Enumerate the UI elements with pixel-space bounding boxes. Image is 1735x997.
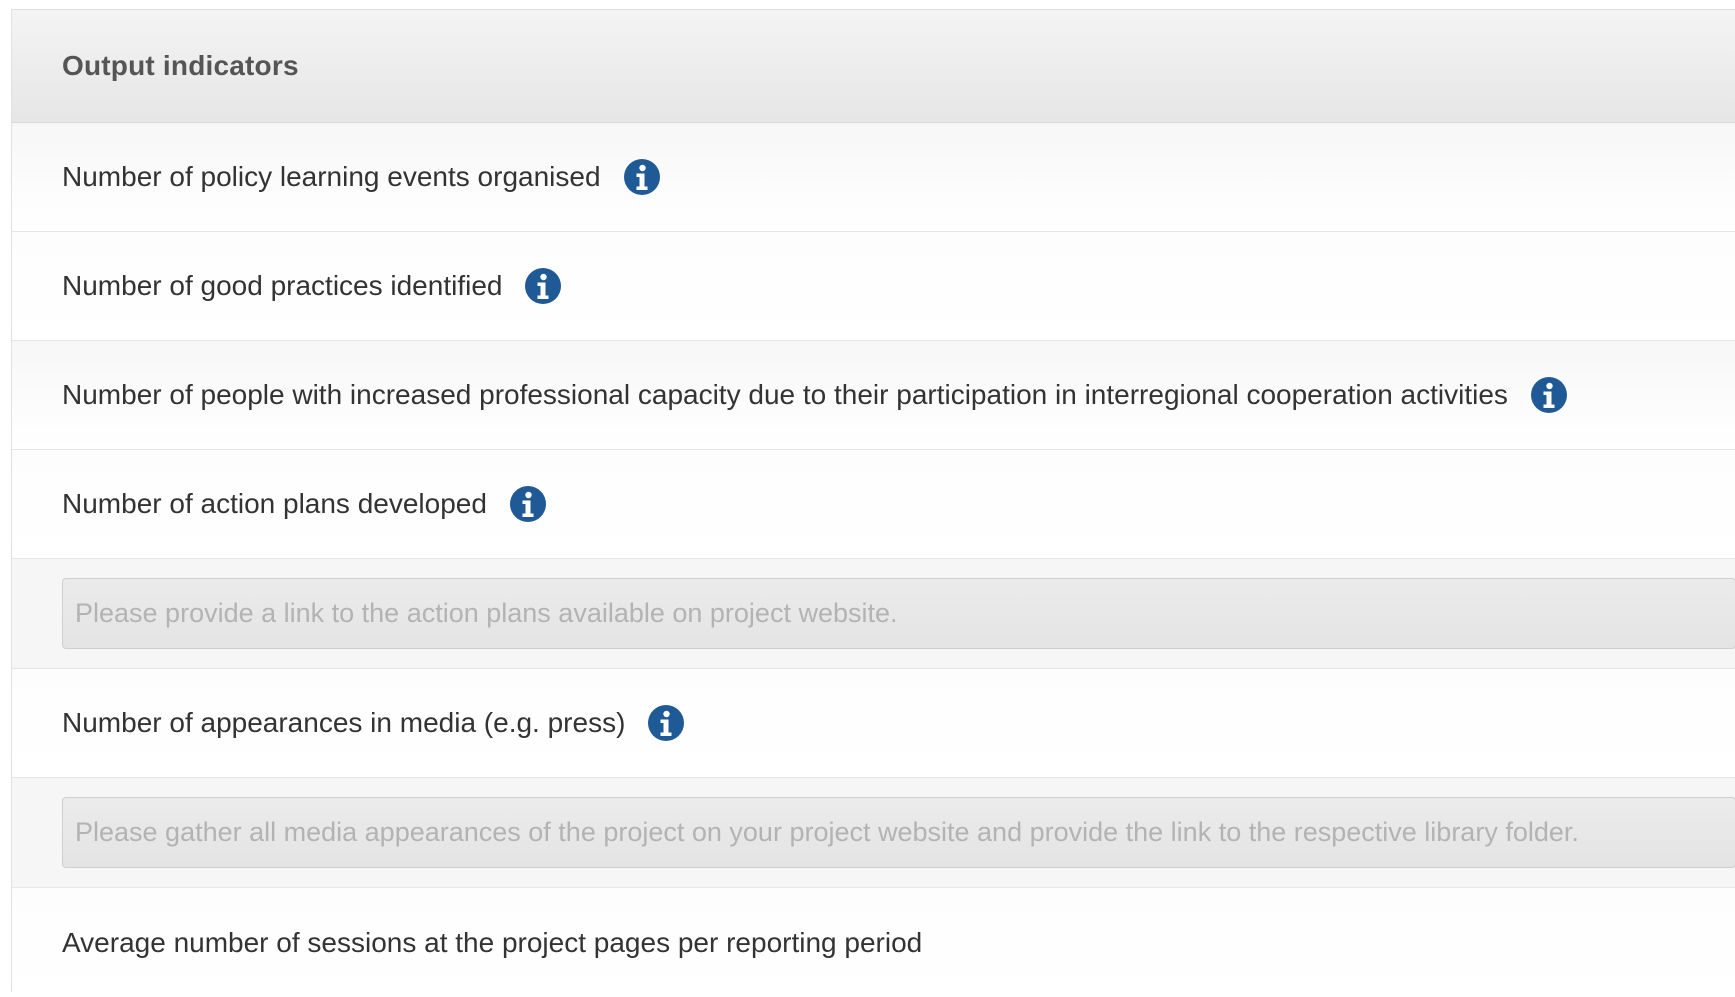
indicator-label: Number of action plans developed [62, 488, 487, 519]
info-icon[interactable] [1530, 376, 1568, 414]
indicator-label: Number of appearances in media (e.g. pre… [62, 707, 626, 738]
indicator-row-policy-learning-events: Number of policy learning events organis… [12, 123, 1735, 232]
media-link-row [12, 778, 1735, 888]
output-indicators-panel: Output indicators Number of policy learn… [11, 9, 1735, 997]
panel-header: Output indicators [12, 10, 1735, 123]
indicator-label: Number of policy learning events organis… [62, 161, 601, 192]
indicator-row-media-appearances: Number of appearances in media (e.g. pre… [12, 669, 1735, 778]
action-plans-link-row [12, 559, 1735, 669]
action-plans-link-input[interactable] [62, 578, 1735, 649]
indicator-row-website-sessions: Average number of sessions at the projec… [12, 888, 1735, 997]
indicator-row-action-plans: Number of action plans developed [12, 450, 1735, 559]
info-icon[interactable] [647, 704, 685, 742]
info-icon[interactable] [509, 485, 547, 523]
indicator-label: Number of good practices identified [62, 270, 503, 301]
indicator-label: Number of people with increased professi… [62, 379, 1508, 410]
info-icon[interactable] [524, 267, 562, 305]
indicator-row-professional-capacity: Number of people with increased professi… [12, 341, 1735, 450]
info-icon[interactable] [623, 158, 661, 196]
indicator-row-good-practices: Number of good practices identified [12, 232, 1735, 341]
media-link-input[interactable] [62, 797, 1735, 868]
indicator-label: Average number of sessions at the projec… [62, 926, 923, 958]
panel-title: Output indicators [62, 50, 299, 81]
